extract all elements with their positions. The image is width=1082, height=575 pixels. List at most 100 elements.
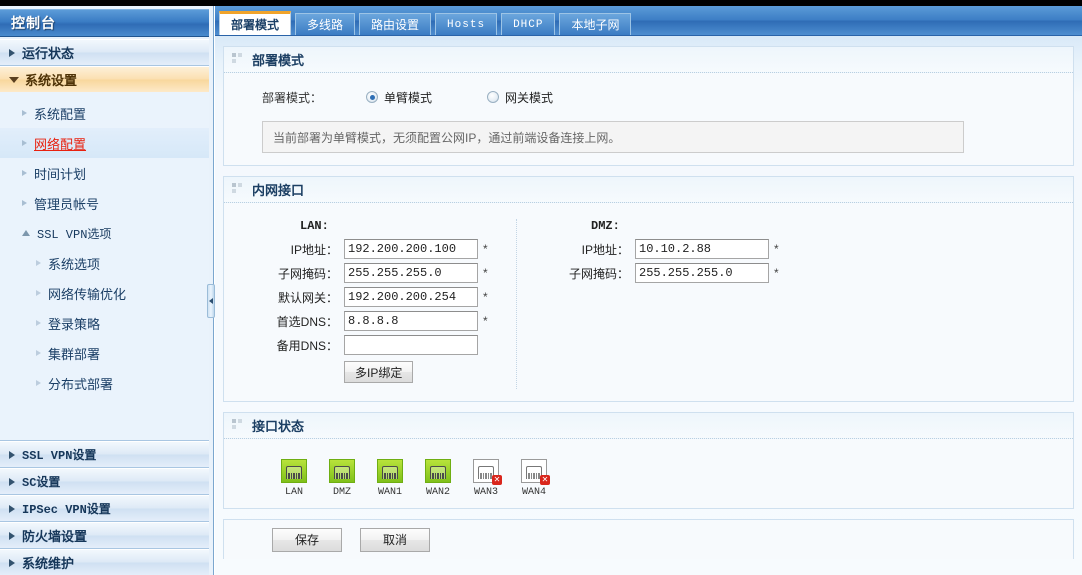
lan-ip-input[interactable]: [344, 239, 478, 259]
interface-item-wan1[interactable]: WAN1: [366, 459, 414, 498]
dmz-netmask-row: 子网掩码： *: [557, 263, 782, 283]
lan-primary-dns-row: 首选DNS： *: [266, 311, 516, 331]
tab-deployment-mode[interactable]: 部署模式: [219, 11, 292, 35]
sidebar-item-label: SSL VPN选项: [37, 227, 112, 242]
sidebar-subitem-system-options[interactable]: 系统选项: [0, 248, 209, 278]
content-scroll-area: 部署模式 部署模式： 单臂模式 网关模式 当前部署为单臂模式，无须配置公网IP，…: [215, 36, 1082, 575]
sidebar-collapse-handle[interactable]: [207, 284, 215, 318]
lan-secondary-dns-label: 备用DNS：: [276, 338, 338, 353]
panel-body-internal-interface: LAN: IP地址： * 子网掩码： * 默认网关：: [224, 203, 1073, 401]
save-button[interactable]: 保存: [272, 527, 342, 552]
sidebar-group-header-system-maintenance[interactable]: 系统维护: [0, 549, 209, 575]
deployment-mode-row: 部署模式： 单臂模式 网关模式: [224, 85, 1073, 109]
sidebar-spacer: [0, 398, 209, 436]
required-marker: *: [483, 266, 488, 280]
interface-item-wan3[interactable]: ✕ WAN3: [462, 459, 510, 498]
radio-option-gateway[interactable]: 网关模式: [487, 89, 553, 106]
radio-button-icon[interactable]: [487, 91, 500, 103]
ethernet-port-icon: ✕: [473, 459, 502, 485]
tab-multi-line[interactable]: 多线路: [295, 13, 356, 35]
sidebar-subitem-login-policy[interactable]: 登录策略: [0, 308, 209, 338]
interface-name: LAN: [284, 487, 303, 498]
sidebar-item-time-schedule[interactable]: 时间计划: [0, 158, 209, 188]
sidebar-group-label: 系统维护: [22, 556, 75, 571]
sidebar-item-label: 网络配置: [34, 136, 87, 152]
lan-primary-dns-input[interactable]: [344, 311, 478, 331]
radio-button-icon[interactable]: [366, 91, 378, 103]
deployment-mode-field-label: 部署模式：: [262, 90, 323, 105]
sidebar-subitem-network-transmission-optimization[interactable]: 网络传输优化: [0, 278, 209, 308]
panel-header-interface-status: 接口状态: [224, 413, 1073, 439]
section-decoration-icon: [232, 183, 245, 196]
tab-local-subnet[interactable]: 本地子网: [559, 13, 632, 35]
lan-gateway-input[interactable]: [344, 287, 478, 307]
sidebar-group-body-system-settings: 系统配置 网络配置 时间计划 管理员帐号 SSL VPN选项 系统选项 网络传输…: [0, 92, 209, 440]
lan-netmask-label: 子网掩码：: [277, 266, 338, 281]
interface-item-lan[interactable]: LAN: [270, 459, 318, 498]
sidebar-group-firewall-settings: 防火墙设置: [0, 522, 209, 549]
sidebar-group-header-system-settings[interactable]: 系统设置: [0, 66, 209, 92]
lan-ip-label: IP地址：: [290, 242, 338, 257]
sidebar-item-system-config[interactable]: 系统配置: [0, 98, 209, 128]
chevron-right-icon: [9, 504, 15, 513]
sidebar-item-label: 管理员帐号: [34, 196, 100, 212]
sidebar-group-header-firewall-settings[interactable]: 防火墙设置: [0, 522, 209, 548]
triangle-up-icon: [22, 230, 30, 236]
panel-deployment-mode: 部署模式 部署模式： 单臂模式 网关模式 当前部署为单臂模式，无须配置公网IP，…: [223, 46, 1074, 166]
sidebar-subitem-label: 登录策略: [48, 316, 101, 332]
rj45-jack-glyph: [334, 466, 350, 479]
radio-option-single-arm[interactable]: 单臂模式: [366, 89, 432, 106]
tab-hosts[interactable]: Hosts: [435, 13, 498, 35]
interface-item-dmz[interactable]: DMZ: [318, 459, 366, 498]
rj45-jack-glyph: [382, 466, 398, 479]
required-marker: *: [483, 242, 488, 256]
dmz-ip-row: IP地址： *: [557, 239, 782, 259]
tab-label: 多线路: [307, 18, 344, 32]
chevron-right-icon: [36, 320, 41, 326]
sidebar-group-system-settings: 系统设置 系统配置 网络配置 时间计划 管理员帐号 SSL VPN选项 系统选项…: [0, 66, 209, 441]
lan-netmask-input[interactable]: [344, 263, 478, 283]
dmz-netmask-input[interactable]: [635, 263, 769, 283]
tab-dhcp[interactable]: DHCP: [501, 13, 556, 35]
chevron-left-icon: [209, 298, 213, 304]
console-title-label: 控制台: [11, 15, 56, 31]
sidebar-item-admin-account[interactable]: 管理员帐号: [0, 188, 209, 218]
ethernet-port-icon: ✕: [521, 459, 550, 485]
required-marker: *: [483, 314, 488, 328]
sidebar-group-label: SC设置: [22, 476, 61, 490]
sidebar-group-header-running-status[interactable]: 运行状态: [0, 39, 209, 65]
cancel-button[interactable]: 取消: [360, 527, 430, 552]
disconnected-badge-icon: ✕: [540, 475, 550, 485]
sidebar-subitem-distributed-deployment[interactable]: 分布式部署: [0, 368, 209, 398]
chevron-right-icon: [22, 140, 27, 146]
interface-name: DMZ: [332, 487, 351, 498]
chevron-right-icon: [22, 200, 27, 206]
dmz-ip-input[interactable]: [635, 239, 769, 259]
panel-interface-status: 接口状态 LAN DMZ WAN1 WAN2 ✕ WAN3 ✕ WAN4: [223, 412, 1074, 509]
deployment-mode-note: 当前部署为单臂模式，无须配置公网IP，通过前端设备连接上网。: [262, 121, 964, 153]
radio-label: 单臂模式: [384, 90, 433, 105]
sidebar-item-ssl-vpn-options[interactable]: SSL VPN选项: [0, 218, 209, 248]
interface-icon-list: LAN DMZ WAN1 WAN2 ✕ WAN3 ✕ WAN4: [224, 451, 1073, 498]
chevron-right-icon: [9, 477, 15, 486]
panel-title: 内网接口: [252, 183, 305, 198]
multi-ip-binding-button[interactable]: 多IP绑定: [344, 361, 414, 383]
sidebar-group-header-sc-settings[interactable]: SC设置: [0, 468, 209, 494]
panel-body-interface-status: LAN DMZ WAN1 WAN2 ✕ WAN3 ✕ WAN4: [224, 439, 1073, 508]
tab-label: 部署模式: [231, 18, 280, 32]
panel-header-deployment-mode: 部署模式: [224, 47, 1073, 73]
lan-secondary-dns-input[interactable]: [344, 335, 478, 355]
sidebar-group-label: IPSec VPN设置: [22, 503, 111, 517]
sidebar-subitem-cluster-deployment[interactable]: 集群部署: [0, 338, 209, 368]
panel-internal-interface: 内网接口 LAN: IP地址： * 子网掩码： *: [223, 176, 1074, 402]
sidebar-group-header-ssl-vpn-settings[interactable]: SSL VPN设置: [0, 441, 209, 467]
chevron-right-icon: [36, 380, 41, 386]
sidebar-group-header-ipsec-vpn-settings[interactable]: IPSec VPN设置: [0, 495, 209, 521]
lan-secondary-dns-row: 备用DNS：: [266, 335, 516, 355]
interface-item-wan2[interactable]: WAN2: [414, 459, 462, 498]
tab-route-settings[interactable]: 路由设置: [359, 13, 432, 35]
sidebar-item-network-config[interactable]: 网络配置: [0, 128, 209, 158]
chevron-right-icon: [22, 170, 27, 176]
interface-item-wan4[interactable]: ✕ WAN4: [510, 459, 558, 498]
lan-gateway-label: 默认网关：: [277, 290, 338, 305]
